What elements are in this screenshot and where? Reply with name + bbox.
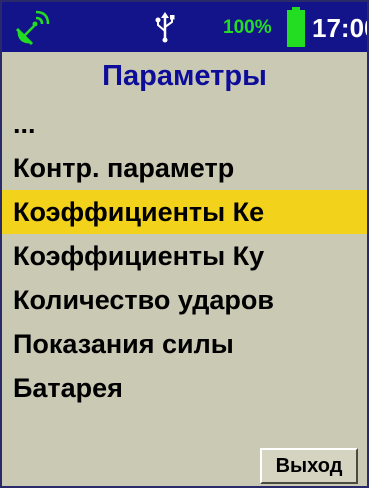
- status-bar: 100% 17:00: [2, 2, 367, 52]
- menu-item-coefficients-ke[interactable]: Коэффициенты Ке: [2, 190, 367, 234]
- menu-item-back[interactable]: ...: [2, 102, 367, 146]
- menu-item-battery[interactable]: Батарея: [2, 366, 367, 410]
- satellite-icon: [15, 10, 50, 45]
- battery-percent: 100%: [223, 17, 272, 38]
- menu-item-coefficients-ku[interactable]: Коэффициенты Ку: [2, 234, 367, 278]
- menu-item-force-readings[interactable]: Показания силы: [2, 322, 367, 366]
- parameters-menu: ... Контр. параметр Коэффициенты Ке Коэф…: [2, 102, 367, 410]
- exit-button[interactable]: Выход: [260, 448, 358, 484]
- page-title: Параметры: [102, 60, 267, 92]
- device-screen: 100% 17:00 Параметры ... Контр. параметр…: [0, 0, 369, 488]
- menu-item-control-parameter[interactable]: Контр. параметр: [2, 146, 367, 190]
- clock-time: 17:00: [312, 13, 367, 43]
- usb-icon: [155, 12, 175, 43]
- battery-icon: [287, 7, 305, 47]
- menu-item-impact-count[interactable]: Количество ударов: [2, 278, 367, 322]
